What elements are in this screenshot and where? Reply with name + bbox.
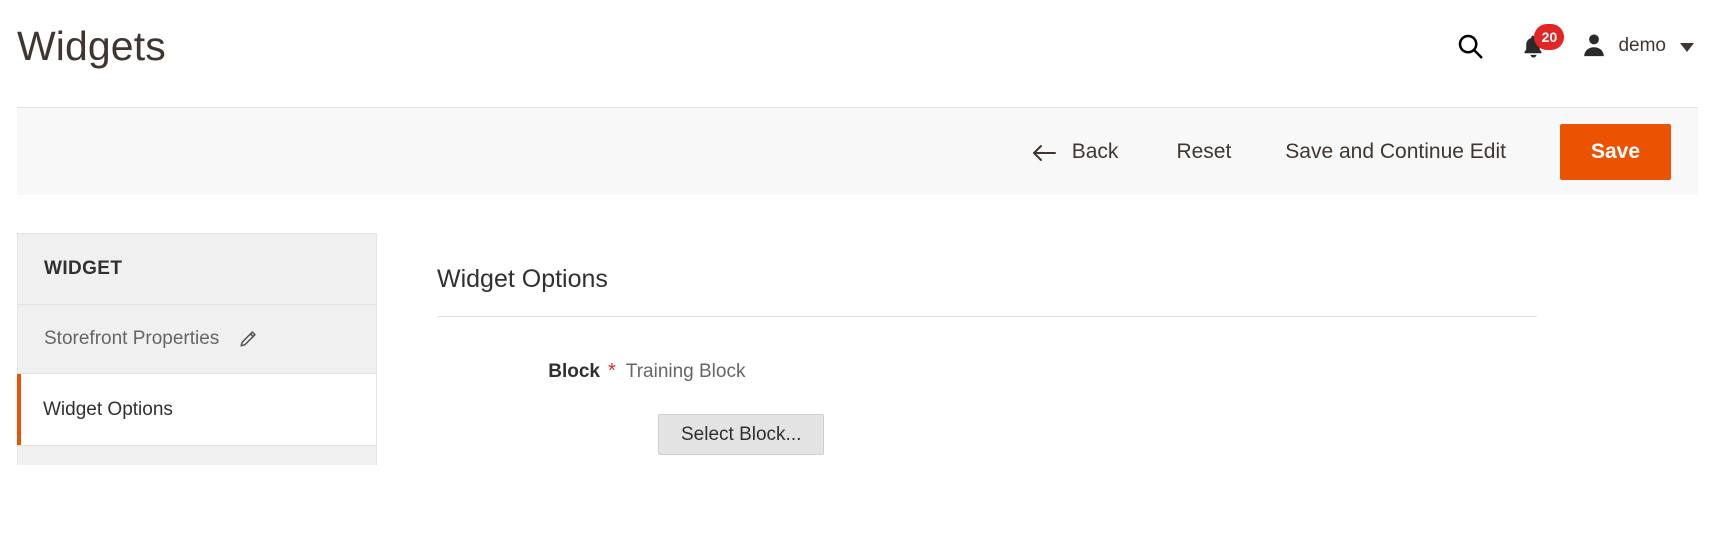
header-actions: 20 demo — [1442, 24, 1698, 68]
sidebar-item-label: Storefront Properties — [44, 328, 220, 349]
notifications-button[interactable]: 20 — [1498, 24, 1570, 68]
select-block-row: Select Block... — [658, 414, 1698, 455]
notification-count-badge: 20 — [1534, 24, 1565, 50]
save-button[interactable]: Save — [1559, 123, 1671, 180]
sidebar-item-label: Widget Options — [43, 398, 173, 420]
chevron-down-icon — [1680, 43, 1694, 52]
arrow-left-icon — [1031, 143, 1057, 163]
sidebar-item-storefront-properties[interactable]: Storefront Properties — [17, 304, 377, 373]
widget-options-panel: Widget Options Block * Training Block Se… — [437, 265, 1698, 455]
search-button[interactable] — [1442, 24, 1498, 68]
search-icon — [1455, 31, 1485, 61]
widget-sidebar-tabs: WIDGET Storefront Properties Widget Opti… — [17, 233, 377, 465]
sidebar-item-widget-options[interactable]: Widget Options — [17, 373, 377, 445]
sidebar-footer-strip — [17, 445, 377, 465]
reset-button-label: Reset — [1176, 139, 1232, 163]
notification-bell-wrap: 20 — [1519, 24, 1565, 63]
section-heading: Widget Options — [437, 265, 1537, 317]
page-title: Widgets — [17, 23, 166, 69]
back-button[interactable]: Back — [1031, 139, 1119, 164]
widgets-edit-page: Widgets 20 demo Back Reset Save and Cont… — [0, 0, 1716, 546]
user-name-label: demo — [1618, 35, 1666, 56]
back-button-label: Back — [1071, 139, 1119, 163]
field-row-block: Block * Training Block — [437, 361, 1698, 383]
block-field-value: Training Block — [625, 361, 746, 382]
user-menu-button[interactable]: demo — [1570, 24, 1698, 68]
block-field-label: Block — [548, 361, 600, 382]
user-avatar-icon — [1580, 31, 1608, 62]
select-block-button[interactable]: Select Block... — [658, 414, 825, 455]
required-asterisk-icon: * — [608, 360, 616, 382]
save-and-continue-edit-label: Save and Continue Edit — [1285, 139, 1506, 163]
sidebar-section-title: WIDGET — [17, 233, 377, 304]
save-and-continue-edit-button[interactable]: Save and Continue Edit — [1285, 140, 1506, 164]
reset-button[interactable]: Reset — [1176, 140, 1231, 164]
page-header: Widgets 20 demo — [0, 0, 1716, 107]
page-actions-toolbar: Back Reset Save and Continue Edit Save — [17, 107, 1698, 195]
pencil-edit-icon[interactable] — [237, 329, 258, 350]
